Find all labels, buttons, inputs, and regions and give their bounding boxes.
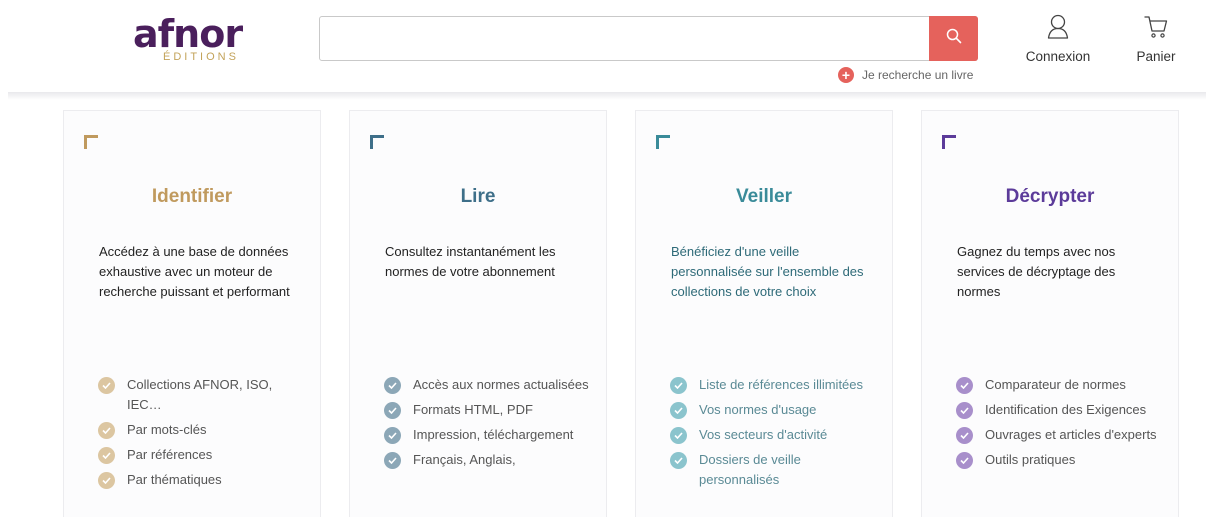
feature-item: Par références: [98, 447, 308, 465]
site-header: afnor ÉDITIONS + Je recherche un livre C…: [0, 0, 1206, 95]
corner-bracket-icon: [370, 135, 384, 149]
feature-item: Vos secteurs d'activité: [670, 427, 880, 445]
search-bar: [319, 16, 978, 61]
cart-label: Panier: [1136, 49, 1176, 64]
card-lire: Lire Consultez instantanément les normes…: [349, 110, 607, 517]
corner-bracket-icon: [84, 135, 98, 149]
feature-label: Vos secteurs d'activité: [699, 427, 828, 442]
feature-list: Liste de références illimitées Vos norme…: [670, 377, 880, 497]
feature-list: Accès aux normes actualisées Formats HTM…: [384, 377, 594, 477]
feature-label: Impression, téléchargement: [413, 427, 574, 442]
card-description: Gagnez du temps avec nos services de déc…: [957, 244, 1116, 299]
card-title: Lire: [460, 186, 496, 207]
card-decrypter: Décrypter Gagnez du temps avec nos servi…: [921, 110, 1179, 517]
login-label: Connexion: [1025, 49, 1091, 64]
card-veiller: Veiller Bénéficiez d'une veille personna…: [635, 110, 893, 517]
check-icon: [956, 452, 973, 469]
corner-bracket-icon: [942, 135, 956, 149]
corner-bracket-icon: [656, 135, 670, 149]
cart-button[interactable]: Panier: [1128, 14, 1184, 64]
card-title: Identifier: [151, 186, 233, 207]
feature-item: Comparateur de normes: [956, 377, 1166, 395]
feature-list: Comparateur de normes Identification des…: [956, 377, 1166, 477]
feature-list: Collections AFNOR, ISO, IEC… Par mots-cl…: [98, 377, 308, 497]
feature-label: Ouvrages et articles d'experts: [985, 427, 1157, 442]
logo-subtitle: ÉDITIONS: [163, 51, 239, 63]
feature-label: Par mots-clés: [127, 422, 207, 437]
feature-label: Liste de références illimitées: [699, 377, 864, 392]
check-icon: [956, 402, 973, 419]
feature-label: Comparateur de normes: [985, 377, 1126, 392]
feature-item: Vos normes d'usage: [670, 402, 880, 420]
search-input[interactable]: [320, 17, 930, 60]
card-title: Veiller: [736, 186, 792, 207]
feature-label: Identification des Exigences: [985, 402, 1147, 417]
feature-item: Outils pratiques: [956, 452, 1166, 470]
cart-icon: [1144, 14, 1168, 45]
feature-item: Formats HTML, PDF: [384, 402, 594, 420]
search-icon: [946, 28, 962, 49]
feature-label: Français, Anglais,: [413, 452, 516, 467]
check-icon: [98, 422, 115, 439]
feature-item: Liste de références illimitées: [670, 377, 880, 395]
check-icon: [384, 427, 401, 444]
book-search-link[interactable]: + Je recherche un livre: [838, 66, 973, 84]
feature-label: Dossiers de veille personnalisés: [699, 452, 801, 487]
feature-label: Par thématiques: [127, 472, 222, 487]
check-icon: [956, 377, 973, 394]
check-icon: [670, 402, 687, 419]
card-description: Accédez à une base de données exhaustive…: [99, 244, 290, 299]
card-description: Bénéficiez d'une veille personnalisée su…: [671, 244, 864, 299]
login-button[interactable]: Connexion: [1020, 14, 1096, 64]
check-icon: [384, 377, 401, 394]
plus-icon: +: [838, 67, 854, 83]
header-shadow: [8, 92, 1206, 100]
check-icon: [670, 427, 687, 444]
logo-word: afnor: [133, 12, 243, 56]
feature-label: Formats HTML, PDF: [413, 402, 533, 417]
feature-item: Français, Anglais,: [384, 452, 594, 470]
check-icon: [384, 402, 401, 419]
feature-label: Outils pratiques: [985, 452, 1076, 467]
check-icon: [98, 472, 115, 489]
feature-label: Accès aux normes actualisées: [413, 377, 589, 392]
check-icon: [956, 427, 973, 444]
feature-item: Par mots-clés: [98, 422, 308, 440]
feature-item: Impression, téléchargement: [384, 427, 594, 445]
feature-label: Vos normes d'usage: [699, 402, 817, 417]
afnor-logo[interactable]: afnor ÉDITIONS: [133, 12, 253, 66]
card-title: Décrypter: [1005, 186, 1095, 207]
card-identifier: Identifier Accédez à une base de données…: [63, 110, 321, 517]
check-icon: [670, 377, 687, 394]
feature-item: Ouvrages et articles d'experts: [956, 427, 1166, 445]
feature-item: Par thématiques: [98, 472, 308, 490]
feature-item: Collections AFNOR, ISO, IEC…: [98, 377, 308, 415]
feature-item: Identification des Exigences: [956, 402, 1166, 420]
book-search-label: Je recherche un livre: [862, 68, 974, 82]
check-icon: [384, 452, 401, 469]
card-description: Consultez instantanément les normes de v…: [385, 244, 556, 279]
search-button[interactable]: [929, 16, 978, 61]
feature-item: Dossiers de veille personnalisés: [670, 452, 880, 490]
user-icon: [1047, 14, 1069, 45]
check-icon: [98, 377, 115, 394]
check-icon: [670, 452, 687, 469]
feature-label: Collections AFNOR, ISO, IEC…: [127, 377, 273, 412]
check-icon: [98, 447, 115, 464]
feature-item: Accès aux normes actualisées: [384, 377, 594, 395]
feature-label: Par références: [127, 447, 213, 462]
